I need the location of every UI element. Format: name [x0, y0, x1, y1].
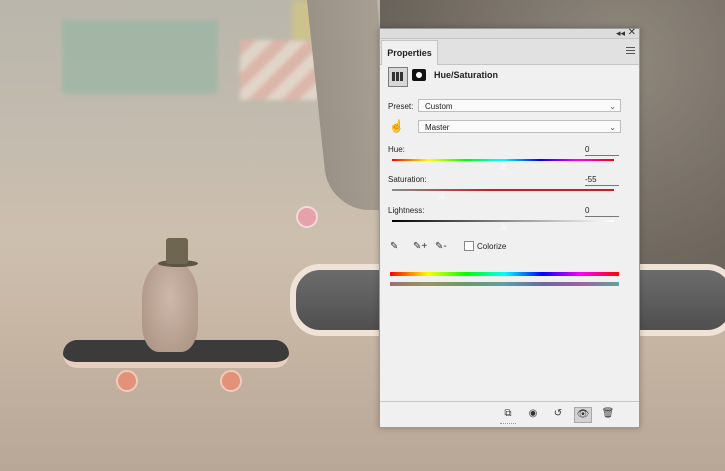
hue-value-field[interactable]: 0 [585, 144, 619, 156]
trash-icon[interactable]: 🗑 [600, 407, 616, 421]
hand-target-icon[interactable]: ☝ [389, 119, 404, 133]
chevron-down-icon: ⌄ [609, 102, 616, 111]
hue-saturation-adjustment-icon[interactable] [388, 67, 408, 87]
adjustment-title: Hue/Saturation [434, 70, 499, 80]
menu-icon[interactable] [626, 47, 635, 55]
preset-value: Custom [425, 102, 453, 111]
saturation-slider-track[interactable] [392, 189, 614, 191]
eyedropper-subtract-icon[interactable]: ✎- [435, 241, 447, 252]
eye-icon[interactable]: 👁 [574, 407, 592, 423]
saturation-slider-thumb[interactable] [437, 191, 447, 200]
panel-footer: ⧉ ◉ ↺ 👁 🗑 [380, 401, 639, 427]
lightness-slider-thumb[interactable] [498, 222, 508, 231]
channel-select[interactable]: Master ⌄ [418, 120, 621, 133]
hue-label: Hue: [388, 145, 405, 154]
mask-icon[interactable] [412, 69, 426, 81]
lightness-slider-track[interactable] [392, 220, 614, 222]
lightness-value-field[interactable]: 0 [585, 205, 619, 217]
output-spectrum-bar [390, 282, 619, 286]
eyedropper-icon[interactable]: ✎ [390, 241, 398, 252]
clip-to-layer-icon[interactable]: ⧉ [500, 407, 516, 421]
properties-panel: ◂◂ ✕ Properties Hue/Saturation Preset: C… [379, 28, 640, 428]
close-icon[interactable]: ✕ [628, 28, 636, 38]
background-road-sign [62, 20, 218, 94]
input-spectrum-bar [390, 272, 619, 276]
adjustment-header: Hue/Saturation [388, 67, 628, 87]
skateboard-wheel [220, 370, 242, 392]
lollipop [296, 206, 318, 228]
collapse-icon[interactable]: ◂◂ [616, 28, 625, 38]
mouse-figure [142, 262, 198, 352]
preset-select[interactable]: Custom ⌄ [418, 99, 621, 112]
panel-tabbar: Properties [380, 39, 639, 65]
resize-grip[interactable] [500, 423, 516, 426]
hue-slider-thumb[interactable] [498, 161, 508, 170]
colorize-checkbox[interactable] [464, 241, 474, 251]
skateboard-wheel [116, 370, 138, 392]
top-hat [166, 238, 188, 264]
hue-slider-track[interactable] [392, 159, 614, 161]
preset-label: Preset: [388, 102, 414, 111]
saturation-value-field[interactable]: -55 [585, 174, 619, 186]
view-previous-icon[interactable]: ◉ [525, 407, 541, 421]
reset-icon[interactable]: ↺ [550, 407, 566, 421]
channel-value: Master [425, 123, 450, 132]
tab-properties[interactable]: Properties [381, 40, 438, 65]
lightness-label: Lightness: [388, 206, 425, 215]
chevron-down-icon: ⌄ [609, 123, 616, 132]
panel-title-strip: ◂◂ ✕ [380, 28, 639, 39]
eyedropper-add-icon[interactable]: ✎+ [413, 241, 427, 252]
saturation-label: Saturation: [388, 175, 427, 184]
colorize-label: Colorize [477, 242, 507, 251]
